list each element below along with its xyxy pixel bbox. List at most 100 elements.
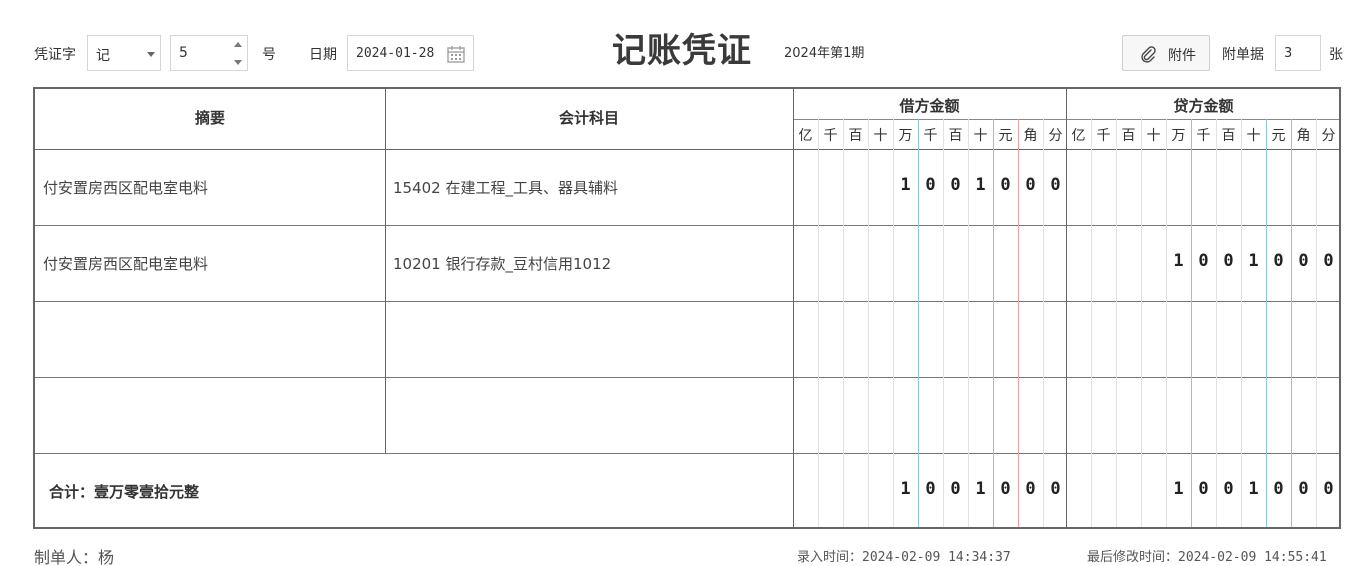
docs-label: 附单据 xyxy=(1222,47,1264,63)
total-credit-digit: 0 xyxy=(1273,479,1284,499)
total-credit-digit: 1 xyxy=(1248,479,1259,499)
total-debit-digit: 0 xyxy=(925,479,936,499)
col-credit-header: 贷方金额 xyxy=(1173,97,1234,115)
voucher-table: 摘要 会计科目 借方金额 贷方金额 付安置房西区配电室电料 15402 在建工程… xyxy=(33,87,1341,529)
credit-digit-header: 十 xyxy=(1246,128,1261,144)
date-field[interactable]: 2024-01-28 xyxy=(347,35,474,71)
chevron-down-icon xyxy=(147,52,155,57)
debit-digit-header: 亿 xyxy=(798,128,813,144)
row-divider xyxy=(35,225,1339,226)
docs-suffix: 张 xyxy=(1329,47,1343,63)
debit-amount-digit: 0 xyxy=(1050,175,1061,195)
date-value: 2024-01-28 xyxy=(356,46,435,61)
row-2-summary[interactable]: 付安置房西区配电室电料 xyxy=(43,253,208,274)
credit-digit-gridline xyxy=(1316,119,1317,527)
credit-digit-header: 分 xyxy=(1321,128,1336,144)
paperclip-icon xyxy=(1141,46,1156,63)
debit-amount-digit: 0 xyxy=(1000,175,1011,195)
debit-digit-header: 元 xyxy=(998,128,1013,144)
col-summary-header: 摘要 xyxy=(194,109,225,127)
credit-amount-digit: 0 xyxy=(1223,251,1234,271)
page-title: 记账凭证 xyxy=(612,31,752,71)
spin-down-icon[interactable] xyxy=(234,60,242,65)
voucher-number-stepper[interactable]: 5 xyxy=(170,35,248,71)
column-divider xyxy=(793,89,794,527)
credit-digit-header: 十 xyxy=(1146,128,1161,144)
row-divider xyxy=(35,301,1339,302)
voucher-word-value: 记 xyxy=(96,48,110,64)
credit-digit-header: 百 xyxy=(1221,128,1236,144)
total-credit-digit: 1 xyxy=(1173,479,1184,499)
credit-digit-header: 亿 xyxy=(1071,128,1086,144)
attachment-button-label: 附件 xyxy=(1168,48,1196,64)
debit-amount-digit: 1 xyxy=(900,175,911,195)
total-debit-digit: 1 xyxy=(975,479,986,499)
row-1-summary[interactable]: 付安置房西区配电室电料 xyxy=(43,177,208,198)
credit-digit-header: 千 xyxy=(1096,128,1111,144)
table-header-divider xyxy=(35,149,1339,150)
number-suffix: 号 xyxy=(262,47,276,63)
docs-count-value: 3 xyxy=(1284,46,1293,61)
docs-count-input[interactable]: 3 xyxy=(1275,35,1321,71)
credit-digit-gridline xyxy=(1241,119,1242,527)
credit-amount-digit: 0 xyxy=(1273,251,1284,271)
maker-label: 制单人：杨 xyxy=(34,548,115,566)
debit-digit-header: 十 xyxy=(873,128,888,144)
debit-digit-header: 万 xyxy=(898,128,913,144)
credit-amount-digit: 0 xyxy=(1198,251,1209,271)
credit-digit-gridline xyxy=(1091,119,1092,527)
credit-digit-gridline xyxy=(1291,119,1292,527)
total-credit-digit: 0 xyxy=(1298,479,1309,499)
row-divider xyxy=(35,453,1339,454)
debit-amount-digit: 0 xyxy=(925,175,936,195)
total-credit-digit: 0 xyxy=(1323,479,1334,499)
voucher-word-label: 凭证字 xyxy=(34,47,76,63)
credit-amount-digit: 0 xyxy=(1323,251,1334,271)
debit-digit-header: 百 xyxy=(948,128,963,144)
total-debit-digit: 0 xyxy=(1025,479,1036,499)
col-debit-header: 借方金额 xyxy=(899,97,960,115)
debit-digit-gridline xyxy=(843,119,844,527)
col-account-header: 会计科目 xyxy=(558,109,619,127)
credit-digit-gridline xyxy=(1166,119,1167,527)
debit-amount-digit: 0 xyxy=(1025,175,1036,195)
credit-digit-gridline xyxy=(1216,119,1217,527)
total-label: 合计：壹万零壹拾元整 xyxy=(49,483,200,501)
credit-digit-gridline xyxy=(1191,119,1192,527)
debit-amount-digit: 0 xyxy=(950,175,961,195)
entry-time: 录入时间：2024-02-09 14:34:37 xyxy=(797,550,1011,565)
total-credit-digit: 0 xyxy=(1223,479,1234,499)
row-divider xyxy=(35,377,1339,378)
row-1-account[interactable]: 15402 在建工程_工具、器具辅料 xyxy=(393,177,618,198)
total-debit-digit: 0 xyxy=(1000,479,1011,499)
credit-amount-digit: 1 xyxy=(1173,251,1184,271)
modified-time: 最后修改时间：2024-02-09 14:55:41 xyxy=(1087,550,1327,565)
credit-digit-header: 千 xyxy=(1196,128,1211,144)
credit-digit-gridline xyxy=(1141,119,1142,527)
debit-digit-gridline xyxy=(818,119,819,527)
credit-amount-digit: 0 xyxy=(1298,251,1309,271)
credit-digit-header: 百 xyxy=(1121,128,1136,144)
debit-digit-header: 百 xyxy=(848,128,863,144)
voucher-number-value: 5 xyxy=(179,45,188,61)
column-divider xyxy=(385,89,386,453)
period-label: 2024年第1期 xyxy=(784,46,865,61)
attachment-button[interactable]: 附件 xyxy=(1122,35,1210,71)
debit-digit-header: 角 xyxy=(1023,128,1038,144)
spin-up-icon[interactable] xyxy=(234,42,242,47)
credit-digit-header: 元 xyxy=(1271,128,1286,144)
row-2-account[interactable]: 10201 银行存款_豆村信用1012 xyxy=(393,253,611,274)
debit-digit-header: 分 xyxy=(1048,128,1063,144)
credit-digit-header: 角 xyxy=(1296,128,1311,144)
total-debit-digit: 0 xyxy=(1050,479,1061,499)
total-credit-digit: 0 xyxy=(1198,479,1209,499)
column-divider xyxy=(1066,89,1067,527)
credit-amount-digit: 1 xyxy=(1248,251,1259,271)
debit-digit-gridline xyxy=(868,119,869,527)
total-debit-digit: 0 xyxy=(950,479,961,499)
debit-digit-header: 千 xyxy=(823,128,838,144)
date-label: 日期 xyxy=(309,47,337,63)
voucher-word-select[interactable]: 记 xyxy=(87,35,161,71)
calendar-icon[interactable] xyxy=(446,44,466,64)
total-debit-digit: 1 xyxy=(900,479,911,499)
